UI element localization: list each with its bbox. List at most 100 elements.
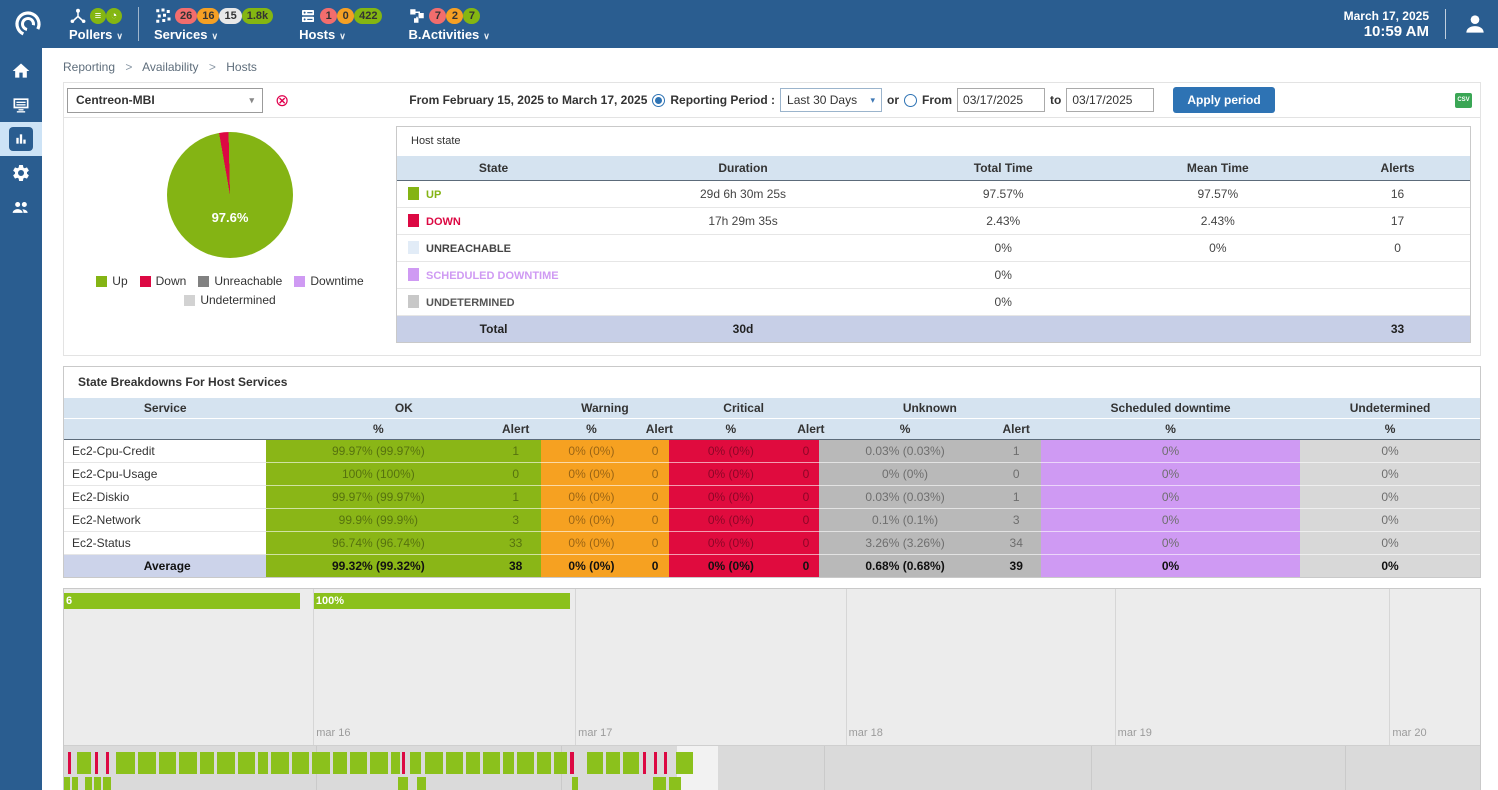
ba-critical-badge[interactable]: 7 — [429, 8, 446, 24]
from-date-input[interactable] — [957, 88, 1045, 112]
nav-segment — [623, 752, 639, 774]
period-select[interactable]: Last 30 Days▾ — [780, 88, 882, 112]
to-date-input[interactable] — [1066, 88, 1154, 112]
mean-time-cell — [1111, 262, 1326, 289]
services-ok-badge[interactable]: 1.8k — [242, 8, 273, 24]
host-select[interactable]: Centreon-MBI▾ — [67, 88, 263, 113]
nav-segment — [103, 777, 111, 790]
nav-segment — [68, 752, 71, 774]
menu-services[interactable]: 2616151.8k Services∨ — [141, 0, 286, 48]
critical-alert-cell: 0 — [793, 440, 818, 463]
nav-segment — [587, 752, 604, 774]
nav-segment — [402, 752, 405, 774]
state-breakdowns-panel: State Breakdowns For Host Services Servi… — [63, 366, 1481, 578]
hosts-icon — [299, 7, 317, 25]
nav-segment — [653, 777, 666, 790]
ba-ok-badge[interactable]: 7 — [463, 8, 480, 24]
reporting-period-label: Reporting Period : — [670, 93, 775, 107]
unknown-percent-cell: 0% (0%) — [819, 463, 992, 486]
monitoring-icon — [11, 95, 31, 115]
mean-time-cell: 2.43% — [1111, 208, 1326, 235]
pollers-icon — [69, 7, 87, 25]
menu-pollers[interactable]: ≡◔ Pollers∨ — [56, 0, 136, 48]
critical-percent-cell: 0% (0%) — [669, 555, 794, 578]
nav-segment — [179, 752, 197, 774]
downtime-percent-cell: 0% — [1041, 555, 1300, 578]
centreon-logo[interactable] — [0, 0, 56, 48]
service-name-cell[interactable]: Ec2-Diskio — [64, 486, 266, 509]
sidebar-item-home[interactable] — [0, 54, 42, 88]
services-critical-badge[interactable]: 26 — [175, 8, 197, 24]
service-name-cell[interactable]: Ec2-Cpu-Credit — [64, 440, 266, 463]
total-time-cell: 2.43% — [896, 208, 1111, 235]
breadcrumb-item-hosts[interactable]: Hosts — [226, 60, 257, 74]
unknown-percent-cell: 0.68% (0.68%) — [819, 555, 992, 578]
nav-segment — [570, 752, 574, 774]
total-time-cell: 0% — [896, 289, 1111, 316]
legend-color-square — [96, 276, 107, 287]
sidebar-item-reporting[interactable] — [0, 122, 42, 156]
duration-cell: 17h 29m 35s — [590, 208, 896, 235]
duration-cell — [590, 289, 896, 316]
state-cell: DOWN — [397, 208, 590, 235]
hosts-up-badge[interactable]: 422 — [354, 8, 382, 24]
hosts-down-badge[interactable]: 1 — [320, 8, 337, 24]
availability-bar[interactable]: 100% — [314, 593, 570, 609]
service-name-cell[interactable]: Ec2-Network — [64, 509, 266, 532]
downtime-percent-cell: 0% — [1041, 463, 1300, 486]
menu-hosts[interactable]: 10422 Hosts∨ — [286, 0, 395, 48]
nav-gridline — [824, 746, 825, 790]
critical-percent-cell: 0% (0%) — [669, 486, 794, 509]
state-cell: UNREACHABLE — [397, 235, 590, 262]
sidebar-item-monitoring[interactable] — [0, 88, 42, 122]
user-icon[interactable] — [1462, 11, 1488, 37]
host-state-row: UNREACHABLE0%0%0 — [397, 235, 1470, 262]
chart-gridline — [846, 589, 847, 745]
reporting-period-radio[interactable] — [652, 94, 665, 107]
ok-percent-cell: 99.97% (99.97%) — [266, 486, 490, 509]
unknown-alert-cell: 34 — [991, 532, 1041, 555]
downtime-percent-cell: 0% — [1041, 486, 1300, 509]
legend-item-down: Down — [140, 274, 187, 288]
bar-chart-icon — [14, 132, 28, 146]
total-time-cell: 97.57% — [896, 181, 1111, 208]
services-warning-badge[interactable]: 16 — [197, 8, 219, 24]
availability-timeline-chart[interactable]: mar 16mar 17mar 18mar 19mar 206100% — [64, 589, 1480, 746]
availability-bar[interactable]: 6 — [64, 593, 300, 609]
service-name-cell[interactable]: Ec2-Cpu-Usage — [64, 463, 266, 486]
undetermined-percent-cell: 0% — [1300, 509, 1480, 532]
alerts-cell: 0 — [1325, 235, 1470, 262]
legend-label: Unreachable — [214, 274, 282, 288]
warning-alert-cell: 0 — [642, 532, 669, 555]
nav-segment — [446, 752, 463, 774]
export-csv-icon[interactable]: CSV — [1455, 93, 1472, 108]
breadcrumb-item-availability[interactable]: Availability — [142, 60, 198, 74]
timeline-navigator[interactable]: fevmaravrmaijui — [64, 746, 1480, 790]
service-breakdown-row: Ec2-Cpu-Usage100% (100%)00% (0%)00% (0%)… — [64, 463, 1480, 486]
services-unknown-badge[interactable]: 15 — [219, 8, 241, 24]
critical-alert-cell: 0 — [793, 486, 818, 509]
hosts-unreachable-badge[interactable]: 0 — [337, 8, 354, 24]
menu-bactivities[interactable]: 727 B.Activities∨ — [395, 0, 502, 48]
apply-period-button[interactable]: Apply period — [1173, 87, 1274, 113]
nav-segment — [417, 777, 427, 790]
clear-host-icon[interactable]: ⊗ — [275, 92, 289, 109]
ba-warning-badge[interactable]: 2 — [446, 8, 463, 24]
users-icon — [11, 197, 31, 217]
ok-alert-cell: 3 — [490, 509, 541, 532]
legend-label: Down — [156, 274, 187, 288]
business-activities-icon — [408, 7, 426, 25]
nav-segment — [72, 777, 78, 790]
breadcrumb: Reporting > Availability > Hosts — [63, 58, 1481, 82]
warning-percent-cell: 0% (0%) — [541, 509, 642, 532]
warning-alert-cell: 0 — [642, 509, 669, 532]
sidebar-item-configuration[interactable] — [0, 156, 42, 190]
custom-period-radio[interactable] — [904, 94, 917, 107]
poller-latency-badge[interactable]: ◔ — [106, 8, 122, 24]
service-name-cell[interactable]: Ec2-Status — [64, 532, 266, 555]
sidebar-item-administration[interactable] — [0, 190, 42, 224]
breadcrumb-item-reporting[interactable]: Reporting — [63, 60, 115, 74]
state-label: SCHEDULED DOWNTIME — [426, 270, 559, 282]
service-breakdown-row: Ec2-Network99.9% (99.9%)30% (0%)00% (0%)… — [64, 509, 1480, 532]
poller-config-badge[interactable]: ≡ — [90, 8, 106, 24]
